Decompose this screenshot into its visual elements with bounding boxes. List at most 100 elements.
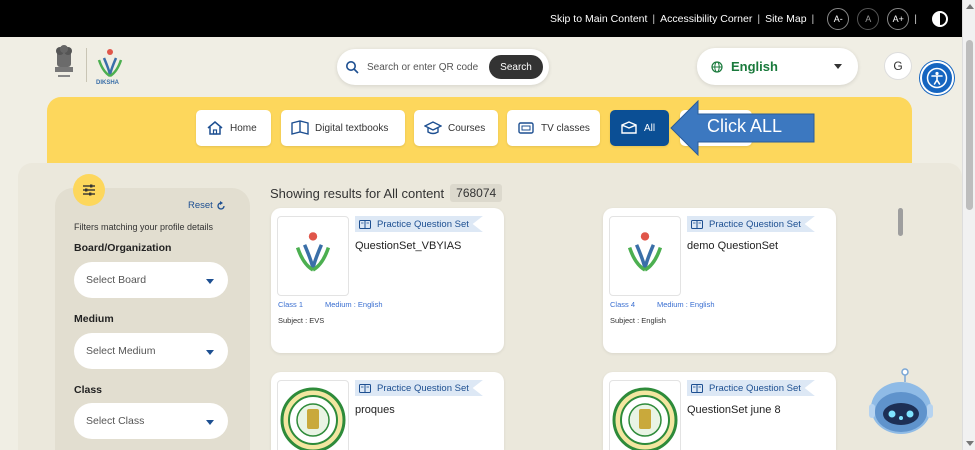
diksha-wordmark: DIKSHA <box>96 80 120 86</box>
search-button[interactable]: Search <box>489 55 543 79</box>
font-decrease-button[interactable]: A- <box>827 7 850 30</box>
content-type-tag: Practice Question Set <box>687 380 815 396</box>
results-count-badge: 768074 <box>450 184 503 202</box>
font-increase-button[interactable]: A+ <box>887 7 910 30</box>
card-class: Class 4 <box>610 300 636 309</box>
nav-digital-textbooks-label: Digital textbooks <box>315 122 389 134</box>
class-select-placeholder: Select Class <box>86 415 145 427</box>
content-type-tag: Practice Question Set <box>687 216 815 232</box>
nav-tv-classes-button[interactable]: TV classes <box>507 110 600 146</box>
card-thumbnail <box>277 380 349 450</box>
board-filter-label: Board/Organization <box>74 242 172 254</box>
search-bar: Search <box>337 49 549 85</box>
book-open-icon <box>291 120 309 135</box>
accessibility-widget-button[interactable] <box>920 61 954 95</box>
graduation-cap-icon <box>424 121 442 135</box>
language-label: English <box>731 59 778 74</box>
medium-select[interactable]: Select Medium <box>74 333 228 369</box>
site-map-link[interactable]: Site Map <box>765 13 806 25</box>
separator: | <box>652 12 656 25</box>
content-type-tag: Practice Question Set <box>355 380 483 396</box>
content-type-label: Practice Question Set <box>709 218 801 230</box>
state-seal-icon <box>280 387 346 450</box>
card-thumbnail <box>609 380 681 450</box>
skip-to-main-link[interactable]: Skip to Main Content <box>550 13 647 25</box>
content-card[interactable]: Practice Question Set QuestionSet_VBYIAS… <box>271 208 504 353</box>
results-title: Showing results for All content <box>270 185 445 201</box>
window-scrollbar[interactable] <box>962 0 975 450</box>
callout-label: Click ALL <box>707 116 783 136</box>
chevron-down-icon <box>206 279 214 284</box>
accessibility-topbar: Skip to Main Content | Accessibility Cor… <box>0 0 962 37</box>
card-medium: Medium : English <box>325 300 383 309</box>
chevron-down-icon <box>206 420 214 425</box>
separator: | <box>757 12 761 25</box>
card-thumbnail <box>277 216 349 296</box>
content-type-label: Practice Question Set <box>377 382 469 394</box>
accessibility-corner-link[interactable]: Accessibility Corner <box>660 13 752 25</box>
board-select-placeholder: Select Board <box>86 274 147 286</box>
chevron-down-icon <box>834 64 842 69</box>
national-emblem-logo <box>55 45 73 77</box>
nav-tv-classes-label: TV classes <box>541 122 590 134</box>
separator: | <box>811 12 815 25</box>
state-seal-icon <box>612 387 678 450</box>
chatbot-icon[interactable] <box>868 368 934 438</box>
class-filter-label: Class <box>74 384 103 396</box>
font-normal-button[interactable]: A <box>857 7 880 30</box>
diksha-logo-icon <box>295 232 331 272</box>
chevron-down-icon <box>206 350 214 355</box>
content-card[interactable]: Practice Question Set demo QuestionSet C… <box>603 208 836 353</box>
accessibility-icon <box>926 67 948 89</box>
filter-note: Filters matching your profile details <box>74 222 214 232</box>
tv-icon <box>518 122 534 134</box>
logo-divider <box>86 48 87 82</box>
search-input[interactable] <box>367 61 487 73</box>
search-icon <box>346 61 359 74</box>
content-type-tag: Practice Question Set <box>355 216 483 232</box>
card-title: proques <box>355 404 395 416</box>
card-class: Class 1 <box>278 300 304 309</box>
board-select[interactable]: Select Board <box>74 262 228 298</box>
content-card[interactable]: Practice Question Set proques <box>271 372 504 450</box>
home-icon <box>207 121 223 135</box>
nav-courses-button[interactable]: Courses <box>414 110 498 146</box>
card-thumbnail <box>609 216 681 296</box>
scrollbar-thumb[interactable] <box>966 40 973 210</box>
medium-filter-label: Medium <box>74 313 114 325</box>
diksha-logo-icon <box>627 232 663 272</box>
book-icon <box>359 383 371 393</box>
scroll-up-icon[interactable] <box>966 4 974 9</box>
card-title: demo QuestionSet <box>687 240 779 252</box>
sliders-icon <box>83 184 95 196</box>
card-medium: Medium : English <box>657 300 715 309</box>
contrast-toggle-icon[interactable] <box>932 10 948 27</box>
user-avatar[interactable]: G <box>884 52 912 80</box>
nav-digital-textbooks-button[interactable]: Digital textbooks <box>281 110 405 146</box>
content-type-label: Practice Question Set <box>709 382 801 394</box>
globe-icon <box>711 60 723 73</box>
book-icon <box>691 383 703 393</box>
book-icon <box>359 219 371 229</box>
content-type-label: Practice Question Set <box>377 218 469 230</box>
nav-home-button[interactable]: Home <box>196 110 271 146</box>
filter-toggle-button[interactable] <box>73 174 105 206</box>
reset-filters-button[interactable]: Reset <box>188 200 226 211</box>
book-icon <box>691 219 703 229</box>
card-subject: Subject : EVS <box>278 316 325 325</box>
scroll-down-icon[interactable] <box>966 441 974 446</box>
nav-courses-label: Courses <box>448 122 486 134</box>
card-title: QuestionSet june 8 <box>687 404 781 416</box>
language-selector[interactable]: English <box>697 48 858 85</box>
class-select[interactable]: Select Class <box>74 403 228 439</box>
nav-all-button[interactable]: All <box>610 110 669 146</box>
separator: | <box>914 12 917 25</box>
box-icon <box>621 121 637 134</box>
card-title: QuestionSet_VBYIAS <box>355 240 462 252</box>
nav-all-label: All <box>644 122 656 134</box>
nav-home-label: Home <box>230 122 257 134</box>
refresh-icon <box>217 200 225 210</box>
results-heading: Showing results for All content 768074 <box>270 184 503 202</box>
content-card[interactable]: Practice Question Set QuestionSet june 8 <box>603 372 836 450</box>
results-scrollbar-thumb[interactable] <box>898 208 903 236</box>
